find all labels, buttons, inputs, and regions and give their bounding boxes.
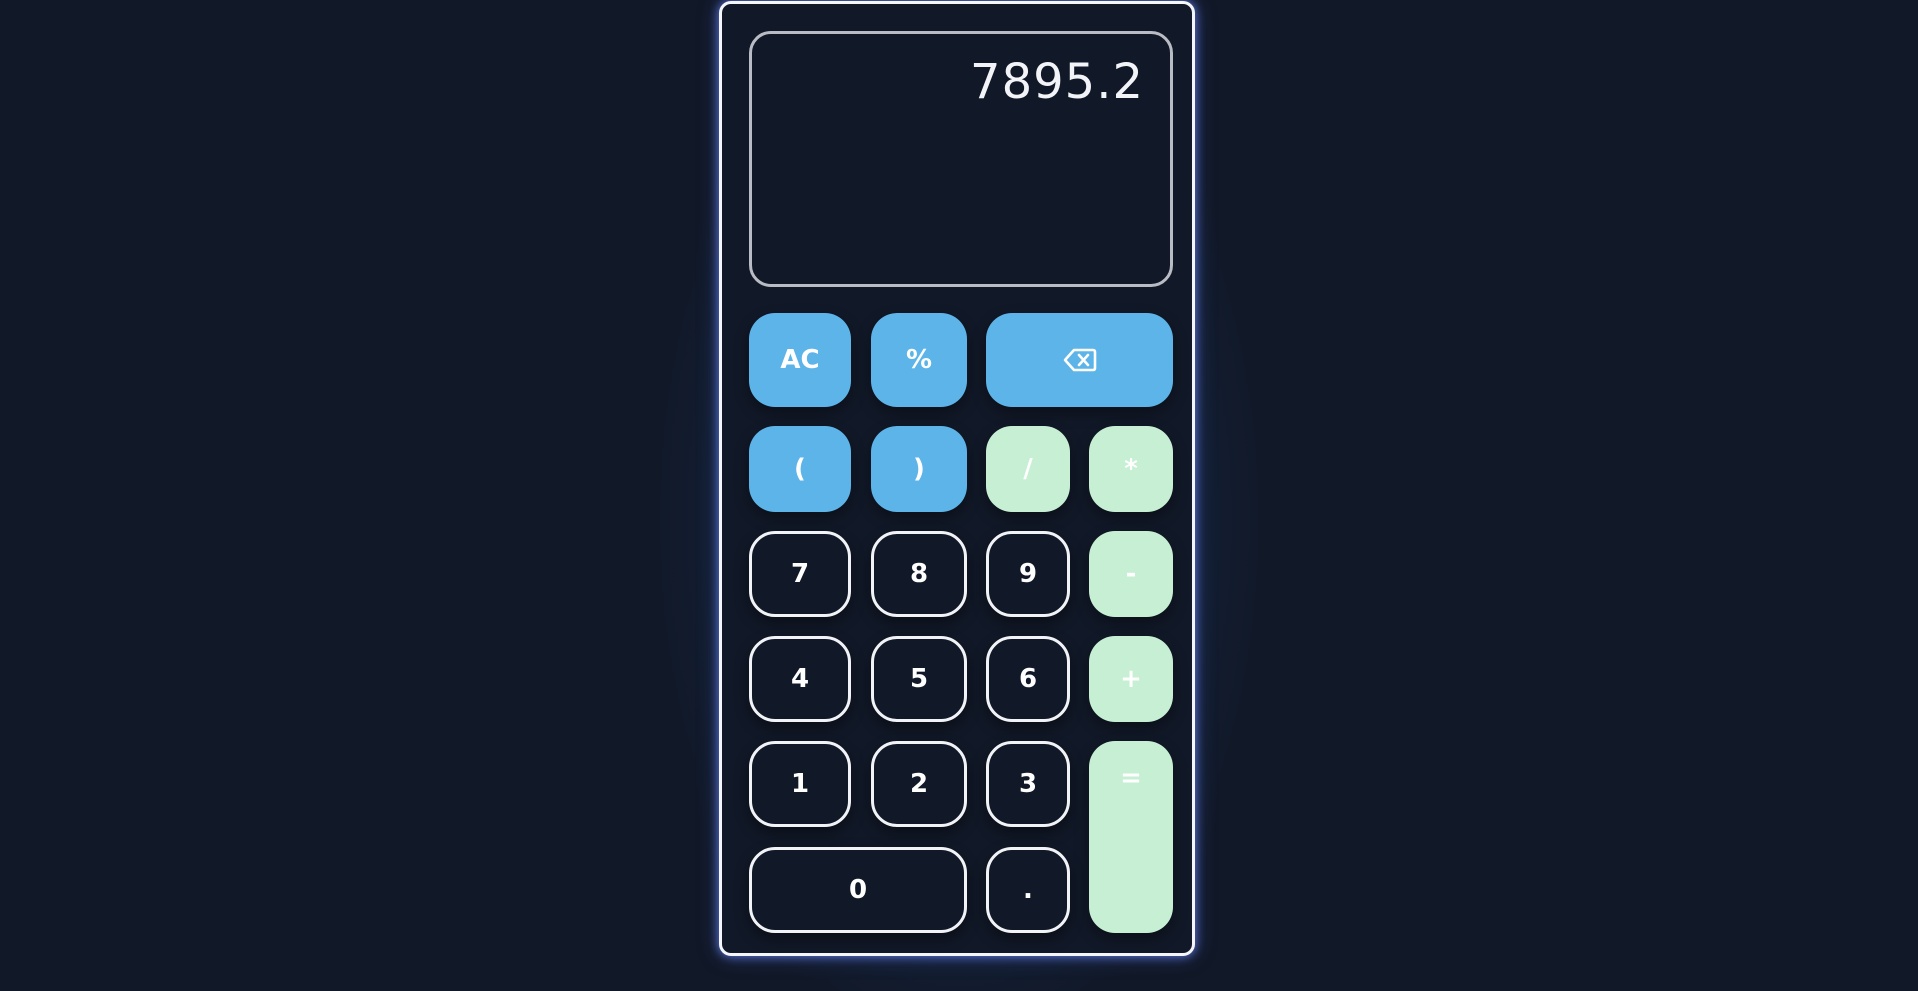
digit-6-button[interactable]: 6	[986, 636, 1070, 722]
plus-button[interactable]: +	[1089, 636, 1173, 722]
clear-button[interactable]: AC	[749, 313, 851, 407]
minus-button[interactable]: -	[1089, 531, 1173, 617]
backspace-icon	[1063, 347, 1097, 373]
digit-8-button[interactable]: 8	[871, 531, 967, 617]
multiply-button[interactable]: *	[1089, 426, 1173, 512]
backspace-button[interactable]	[986, 313, 1173, 407]
divide-button[interactable]: /	[986, 426, 1070, 512]
equals-button[interactable]: =	[1089, 741, 1173, 933]
digit-7-button[interactable]: 7	[749, 531, 851, 617]
digit-2-button[interactable]: 2	[871, 741, 967, 827]
digit-5-button[interactable]: 5	[871, 636, 967, 722]
percent-button[interactable]: %	[871, 313, 967, 407]
digit-0-button[interactable]: 0	[749, 847, 967, 933]
digit-9-button[interactable]: 9	[986, 531, 1070, 617]
display-screen: 7895.2	[749, 31, 1173, 287]
digit-3-button[interactable]: 3	[986, 741, 1070, 827]
close-paren-button[interactable]: )	[871, 426, 967, 512]
digit-1-button[interactable]: 1	[749, 741, 851, 827]
display-value: 7895.2	[970, 54, 1144, 110]
digit-4-button[interactable]: 4	[749, 636, 851, 722]
decimal-button[interactable]: .	[986, 847, 1070, 933]
open-paren-button[interactable]: (	[749, 426, 851, 512]
calculator: 7895.2 AC % ( ) / * 7 8 9 - 4 5 6 + 1 2 …	[719, 1, 1195, 956]
